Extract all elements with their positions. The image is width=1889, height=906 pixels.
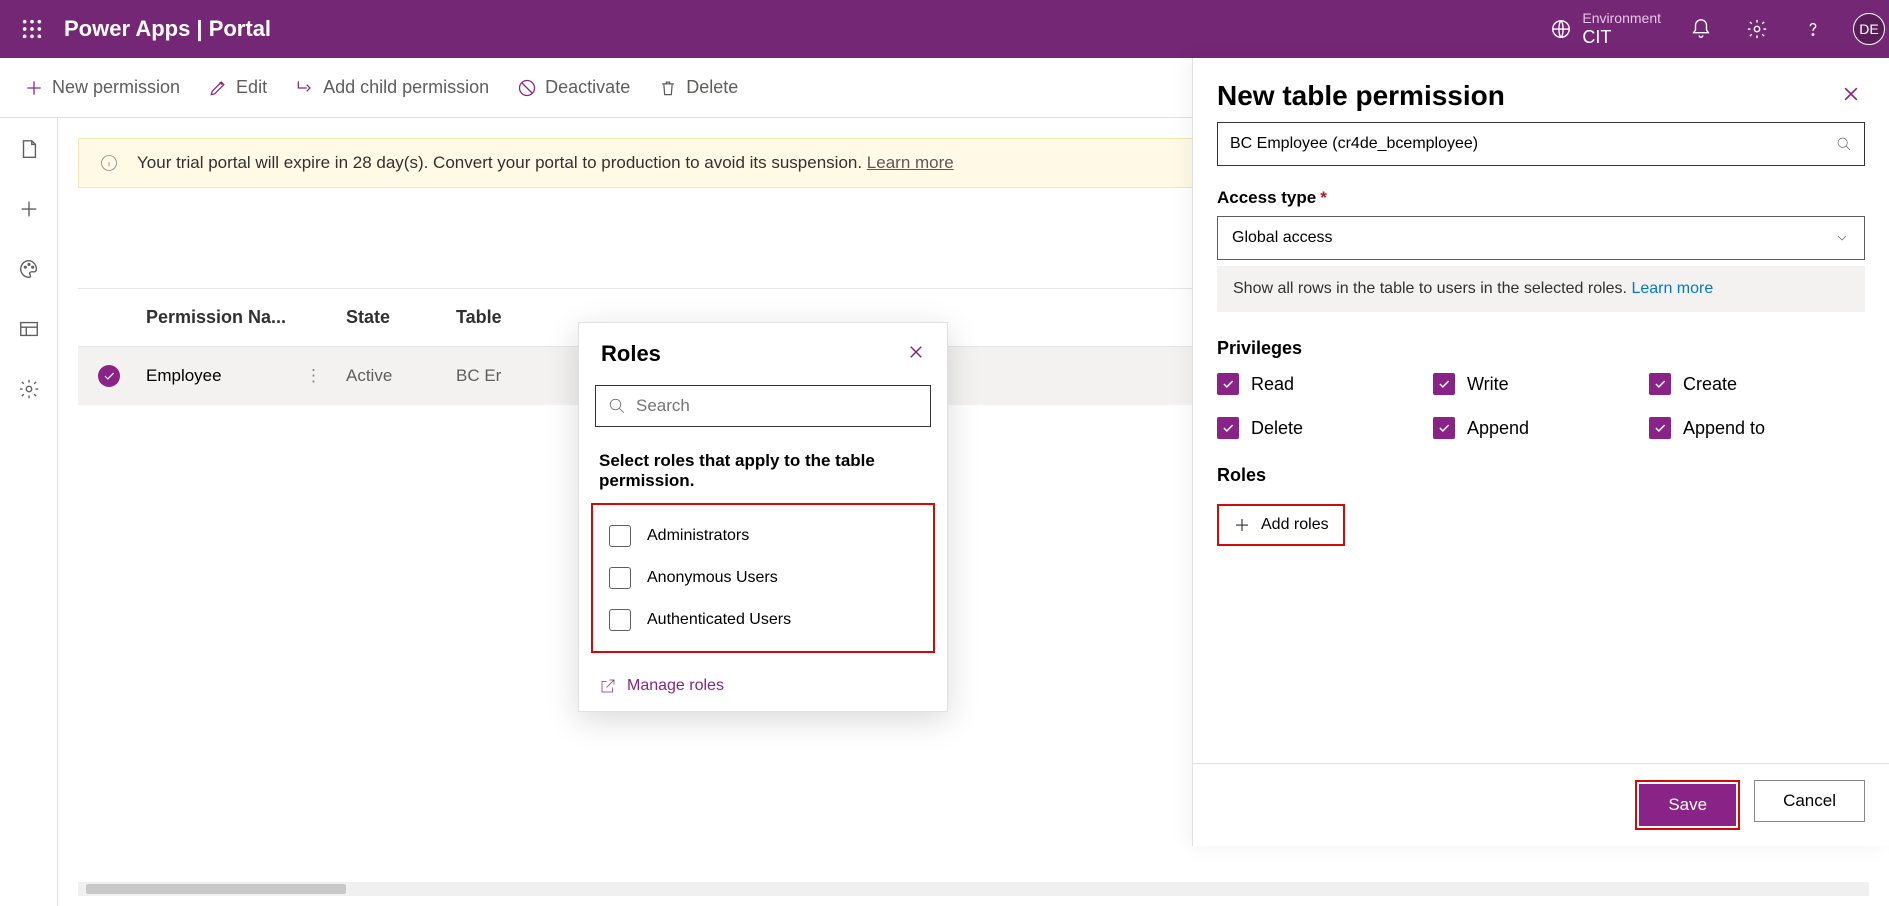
info-icon	[99, 153, 119, 173]
help-icon[interactable]	[1797, 13, 1829, 45]
panel-title: New table permission	[1217, 80, 1505, 112]
access-learn-more-link[interactable]: Learn more	[1631, 280, 1713, 297]
deactivate-label: Deactivate	[545, 77, 630, 98]
privilege-create[interactable]: Create	[1649, 373, 1865, 395]
save-button[interactable]: Save	[1639, 784, 1736, 826]
privilege-delete[interactable]: Delete	[1217, 417, 1433, 439]
privilege-append-to[interactable]: Append to	[1649, 417, 1865, 439]
column-permission-name[interactable]: Permission Na...	[146, 307, 346, 328]
new-permission-button[interactable]: New permission	[24, 77, 180, 98]
row-name-text: Employee	[146, 366, 222, 386]
search-icon	[608, 397, 626, 415]
app-title: Power Apps | Portal	[64, 16, 271, 42]
role-option-label: Authenticated Users	[647, 611, 791, 629]
column-table[interactable]: Table	[456, 307, 576, 328]
side-panel: New table permission BC Employee (cr4de_…	[1192, 58, 1889, 846]
privilege-write[interactable]: Write	[1433, 373, 1649, 395]
environment-label: Environment	[1582, 10, 1661, 27]
row-menu-icon[interactable]: ⋮	[305, 366, 322, 386]
new-permission-label: New permission	[52, 77, 180, 98]
access-type-label: Access type*	[1217, 188, 1865, 208]
chevron-down-icon	[1834, 230, 1850, 246]
role-option-administrators[interactable]: Administrators	[601, 515, 925, 557]
checkbox-icon[interactable]	[609, 567, 631, 589]
deactivate-button[interactable]: Deactivate	[517, 77, 630, 98]
page-icon[interactable]	[12, 132, 46, 166]
access-type-value: Global access	[1232, 229, 1333, 247]
delete-button[interactable]: Delete	[658, 77, 738, 98]
left-sidebar	[0, 118, 58, 906]
add-child-permission-button[interactable]: Add child permission	[295, 77, 489, 98]
trial-learn-more-link[interactable]: Learn more	[867, 153, 954, 172]
column-state[interactable]: State	[346, 307, 456, 328]
privilege-read[interactable]: Read	[1217, 373, 1433, 395]
add-icon[interactable]	[12, 192, 46, 226]
add-roles-button[interactable]: Add roles	[1217, 504, 1345, 546]
app-launcher-icon[interactable]	[12, 9, 52, 49]
roles-search-input[interactable]	[636, 396, 918, 416]
roles-title: Roles	[601, 341, 661, 367]
palette-icon[interactable]	[12, 252, 46, 286]
add-roles-label: Add roles	[1261, 516, 1329, 534]
add-child-label: Add child permission	[323, 77, 489, 98]
manage-roles-label: Manage roles	[627, 677, 724, 695]
search-icon	[1836, 136, 1852, 152]
row-state-text: Active	[346, 366, 456, 386]
panel-close-icon[interactable]	[1841, 84, 1861, 109]
privilege-append[interactable]: Append	[1433, 417, 1649, 439]
settings-icon[interactable]	[1741, 13, 1773, 45]
trial-banner-text: Your trial portal will expire in 28 day(…	[137, 153, 867, 172]
roles-popup: Roles Select roles that apply to the tab…	[578, 322, 948, 712]
checkbox-icon[interactable]	[609, 525, 631, 547]
roles-search-box[interactable]	[595, 385, 931, 427]
environment-switcher[interactable]: Environment CIT	[1550, 10, 1661, 48]
avatar[interactable]: DE	[1853, 13, 1885, 45]
row-table-text: BC Er	[456, 366, 576, 386]
table-name-input[interactable]: BC Employee (cr4de_bcemployee)	[1217, 122, 1865, 166]
access-type-help: Show all rows in the table to users in t…	[1217, 266, 1865, 312]
role-option-anonymous-users[interactable]: Anonymous Users	[601, 557, 925, 599]
close-icon[interactable]	[907, 343, 925, 366]
gear-icon[interactable]	[12, 372, 46, 406]
access-type-select[interactable]: Global access	[1217, 216, 1865, 260]
global-header: Power Apps | Portal Environment CIT DE	[0, 0, 1889, 58]
roles-list: Administrators Anonymous Users Authentic…	[591, 503, 935, 653]
cancel-button[interactable]: Cancel	[1754, 780, 1865, 822]
edit-button[interactable]: Edit	[208, 77, 267, 98]
table-name-value: BC Employee (cr4de_bcemployee)	[1230, 135, 1478, 153]
row-selected-icon[interactable]	[98, 365, 120, 387]
roles-section-label: Roles	[1217, 465, 1865, 486]
privileges-label: Privileges	[1217, 338, 1865, 359]
role-option-label: Administrators	[647, 527, 749, 545]
environment-name: CIT	[1582, 27, 1661, 49]
notifications-icon[interactable]	[1685, 13, 1717, 45]
delete-label: Delete	[686, 77, 738, 98]
roles-instruction: Select roles that apply to the table per…	[579, 437, 947, 495]
role-option-authenticated-users[interactable]: Authenticated Users	[601, 599, 925, 641]
edit-label: Edit	[236, 77, 267, 98]
manage-roles-link[interactable]: Manage roles	[579, 661, 947, 711]
layout-icon[interactable]	[12, 312, 46, 346]
horizontal-scrollbar[interactable]	[78, 882, 1869, 896]
checkbox-icon[interactable]	[609, 609, 631, 631]
role-option-label: Anonymous Users	[647, 569, 778, 587]
privileges-grid: Read Write Create Delete Append Append t…	[1217, 373, 1865, 439]
